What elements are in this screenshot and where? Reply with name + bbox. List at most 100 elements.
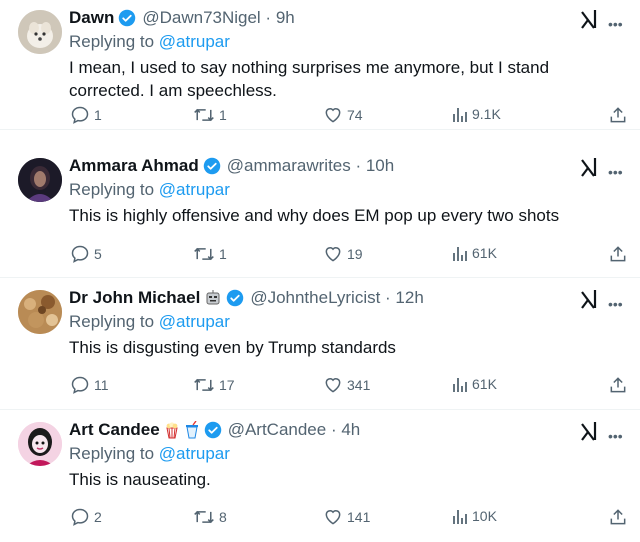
views-button[interactable]: 61K [452, 375, 497, 393]
like-count: 19 [347, 246, 363, 262]
retweet-count: 8 [219, 509, 227, 525]
author-name[interactable]: Art Candee [69, 420, 160, 440]
views-count: 61K [472, 245, 497, 261]
replying-to: Replying to @atrupar [69, 180, 230, 200]
reply-icon [71, 106, 89, 124]
like-button[interactable]: 19 [323, 244, 363, 264]
views-button[interactable]: 9.1K [452, 105, 501, 123]
avatar[interactable] [18, 290, 62, 334]
replying-prefix: Replying to [69, 32, 155, 51]
tweet[interactable]: Dr John Michael @JohntheLyricist · 12h R… [0, 280, 640, 410]
robot-face-icon [204, 289, 222, 307]
reply-count: 1 [94, 107, 102, 123]
more-icon[interactable]: ••• [608, 296, 623, 312]
action-bar: 5 1 19 61K [0, 244, 640, 270]
like-count: 341 [347, 377, 371, 393]
like-button[interactable]: 341 [323, 375, 370, 395]
share-button[interactable] [608, 507, 628, 527]
more-icon[interactable]: ••• [608, 16, 623, 32]
share-icon [610, 246, 626, 262]
like-button[interactable]: 141 [323, 507, 370, 527]
author-handle[interactable]: @JohntheLyricist · 12h [250, 288, 424, 308]
retweet-count: 1 [219, 107, 227, 123]
retweet-icon [194, 108, 214, 122]
replying-to: Replying to @atrupar [69, 444, 230, 464]
retweet-button[interactable]: 8 [193, 507, 227, 527]
verified-badge-icon [204, 421, 222, 439]
retweet-icon [194, 510, 214, 524]
share-icon [610, 107, 626, 123]
action-bar: 2 8 141 10K [0, 507, 640, 533]
replying-to-link[interactable]: @atrupar [159, 32, 230, 51]
retweet-icon [194, 378, 214, 392]
grok-icon[interactable] [580, 8, 600, 35]
verified-badge-icon [203, 157, 221, 175]
like-icon [325, 378, 341, 393]
more-icon[interactable]: ••• [608, 164, 623, 180]
tweet-text: This is nauseating. [69, 470, 211, 489]
like-count: 74 [347, 107, 363, 123]
popcorn-icon [164, 421, 180, 439]
reply-icon [71, 376, 89, 394]
retweet-icon [194, 247, 214, 261]
like-icon [325, 510, 341, 525]
reply-count: 11 [94, 377, 109, 393]
grok-icon[interactable] [580, 288, 600, 315]
tweet-text: This is highly offensive and why does EM… [69, 206, 560, 225]
author-name[interactable]: Dawn [69, 8, 114, 28]
like-button[interactable]: 74 [323, 105, 363, 125]
author-handle[interactable]: @ArtCandee · 4h [228, 420, 361, 440]
replying-to-link[interactable]: @atrupar [159, 312, 230, 331]
retweet-count: 1 [219, 246, 227, 262]
views-icon [453, 510, 467, 524]
verified-badge-icon [118, 9, 136, 27]
views-icon [453, 247, 467, 261]
share-icon [610, 377, 626, 393]
replying-to-link[interactable]: @atrupar [159, 180, 230, 199]
views-count: 10K [472, 508, 497, 524]
verified-badge-icon [226, 289, 244, 307]
views-icon [453, 108, 467, 122]
share-button[interactable] [608, 375, 628, 395]
tweet[interactable]: Art Candee @ArtCandee · 4h Replying to @… [0, 412, 640, 542]
replying-to: Replying to @atrupar [69, 312, 230, 332]
retweet-button[interactable]: 1 [193, 244, 227, 264]
tweet[interactable]: Dawn @Dawn73Nigel · 9h Replying to @atru… [0, 0, 640, 130]
replying-prefix: Replying to [69, 444, 155, 463]
reply-button[interactable]: 2 [70, 507, 102, 527]
replying-prefix: Replying to [69, 312, 155, 331]
grok-icon[interactable] [580, 420, 600, 447]
retweet-count: 17 [219, 377, 235, 393]
views-button[interactable]: 10K [452, 507, 497, 525]
author-handle[interactable]: @Dawn73Nigel · 9h [142, 8, 294, 28]
retweet-button[interactable]: 17 [193, 375, 235, 395]
reply-button[interactable]: 11 [70, 375, 109, 395]
grok-icon[interactable] [580, 156, 600, 183]
views-icon [453, 378, 467, 392]
reply-icon [71, 245, 89, 263]
avatar[interactable] [18, 422, 62, 466]
replying-prefix: Replying to [69, 180, 155, 199]
reply-button[interactable]: 5 [70, 244, 102, 264]
avatar[interactable] [18, 158, 62, 202]
reply-count: 2 [94, 509, 102, 525]
author-handle[interactable]: @ammarawrites · 10h [227, 156, 394, 176]
replying-to: Replying to @atrupar [69, 32, 230, 52]
share-button[interactable] [608, 244, 628, 264]
more-icon[interactable]: ••• [608, 428, 623, 444]
retweet-button[interactable]: 1 [193, 105, 227, 125]
like-icon [325, 247, 341, 262]
action-bar: 11 17 341 61K [0, 375, 640, 401]
author-name[interactable]: Ammara Ahmad [69, 156, 199, 176]
tweet[interactable]: Ammara Ahmad @ammarawrites · 10h Replyin… [0, 148, 640, 278]
author-name[interactable]: Dr John Michael [69, 288, 200, 308]
replying-to-link[interactable]: @atrupar [159, 444, 230, 463]
views-button[interactable]: 61K [452, 244, 497, 262]
share-icon [610, 509, 626, 525]
views-count: 9.1K [472, 106, 501, 122]
action-bar: 1 1 74 9.1K [0, 105, 640, 131]
avatar[interactable] [18, 10, 62, 54]
like-icon [325, 108, 341, 123]
reply-button[interactable]: 1 [70, 105, 102, 125]
share-button[interactable] [608, 105, 628, 125]
